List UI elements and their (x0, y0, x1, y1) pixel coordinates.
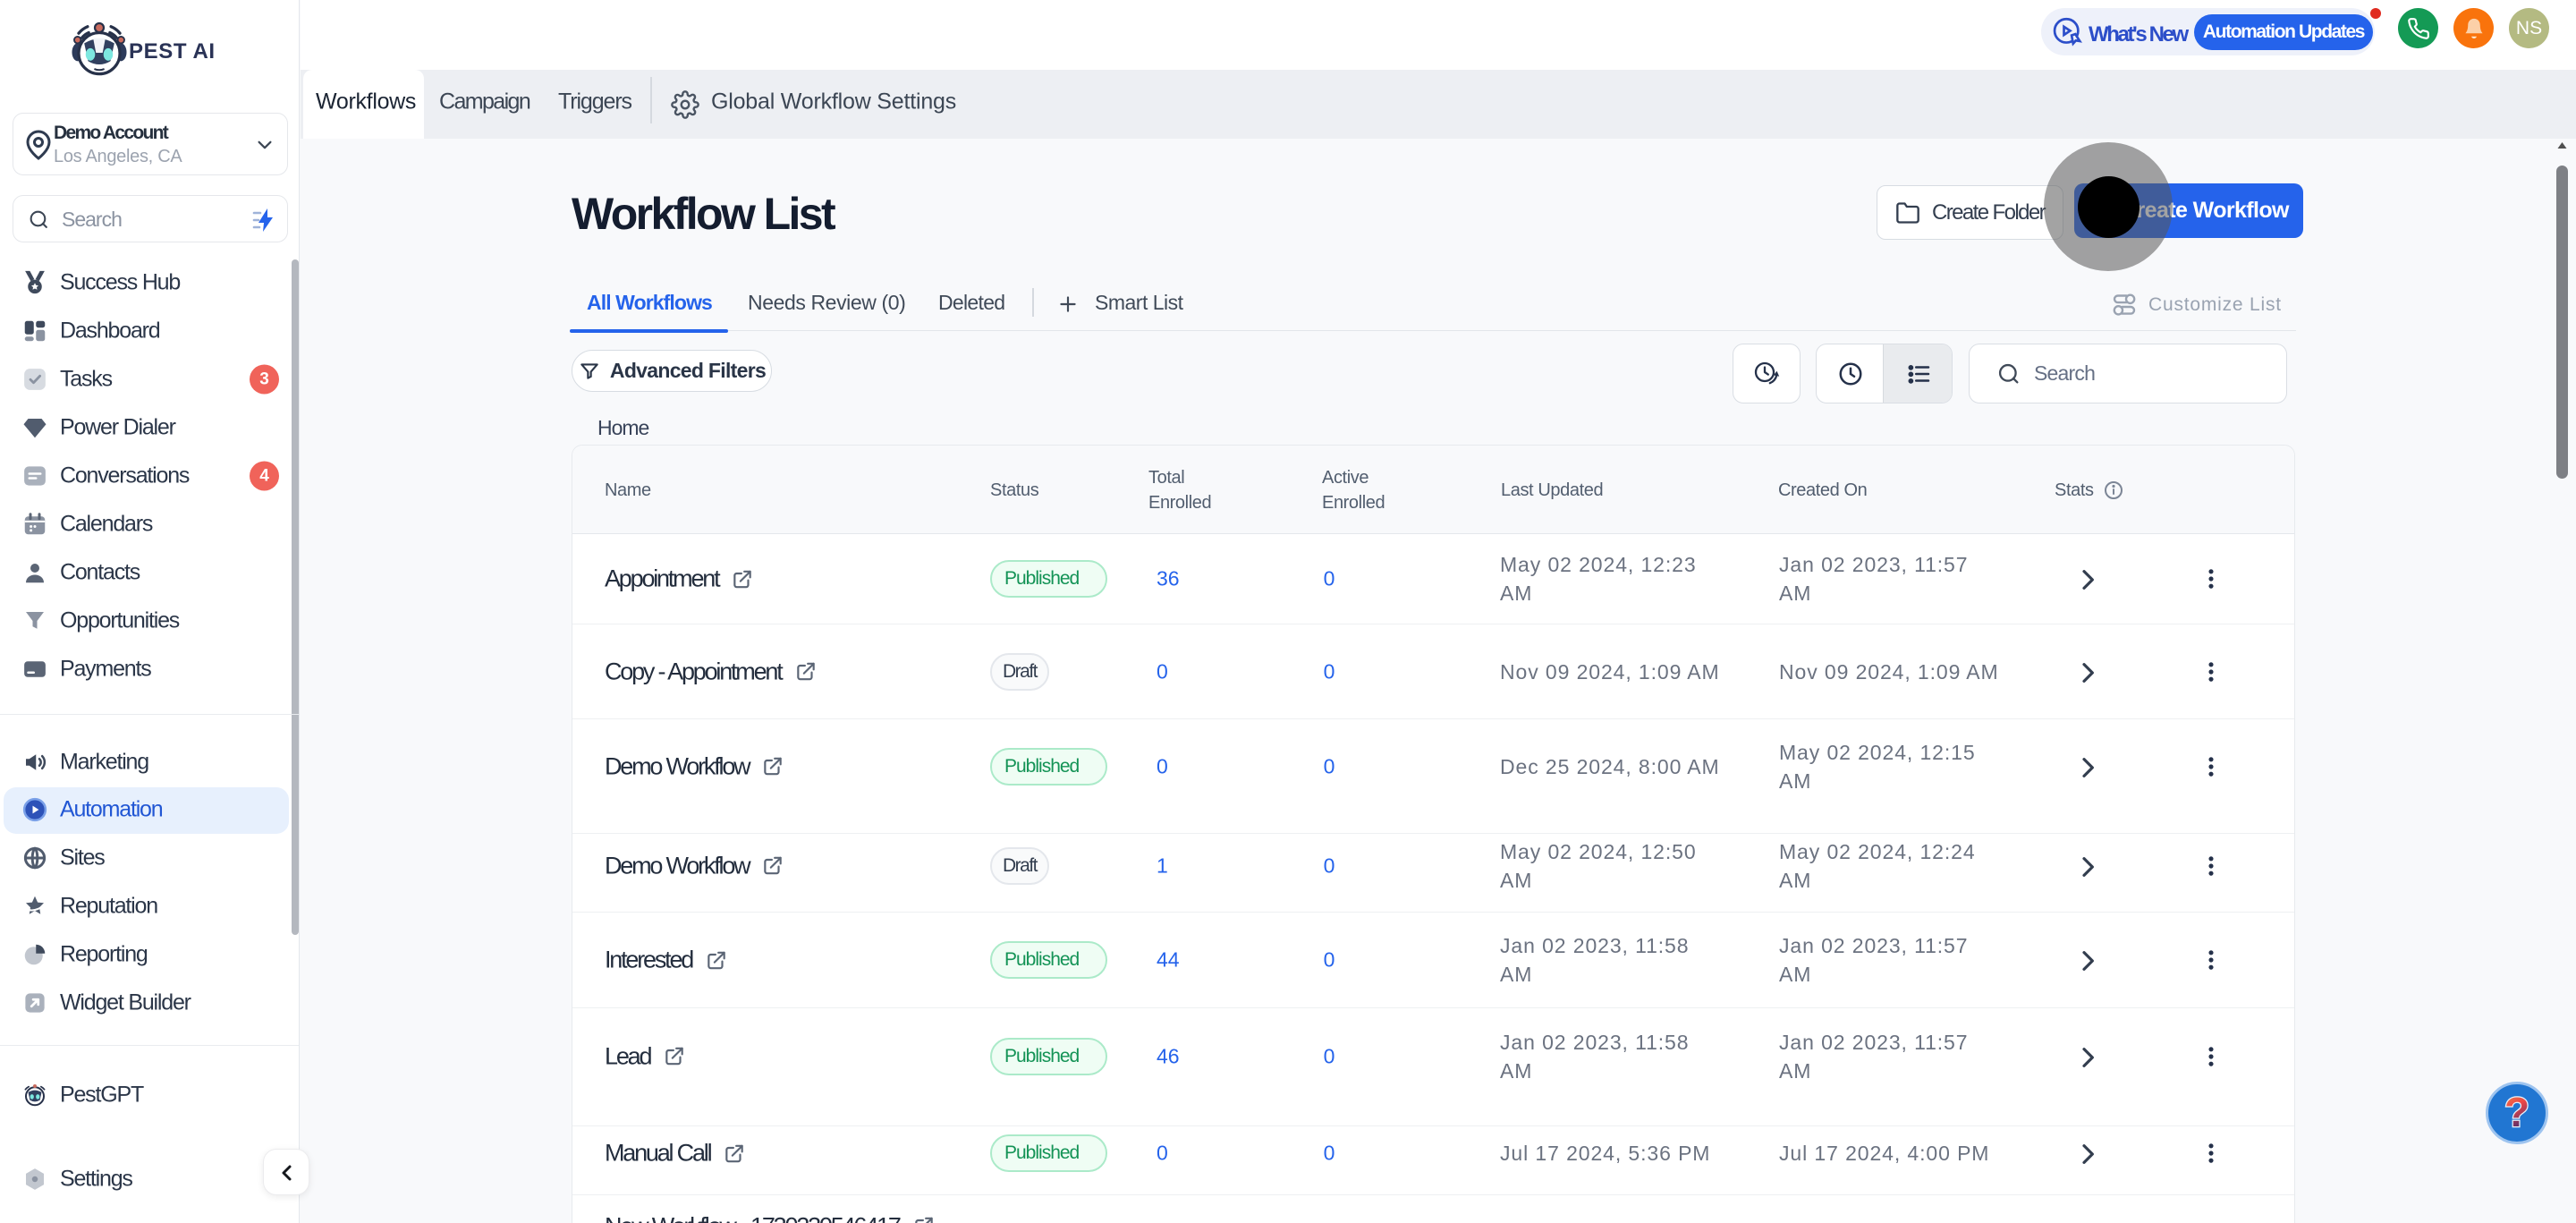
svg-text:?: ? (2504, 1089, 2529, 1135)
